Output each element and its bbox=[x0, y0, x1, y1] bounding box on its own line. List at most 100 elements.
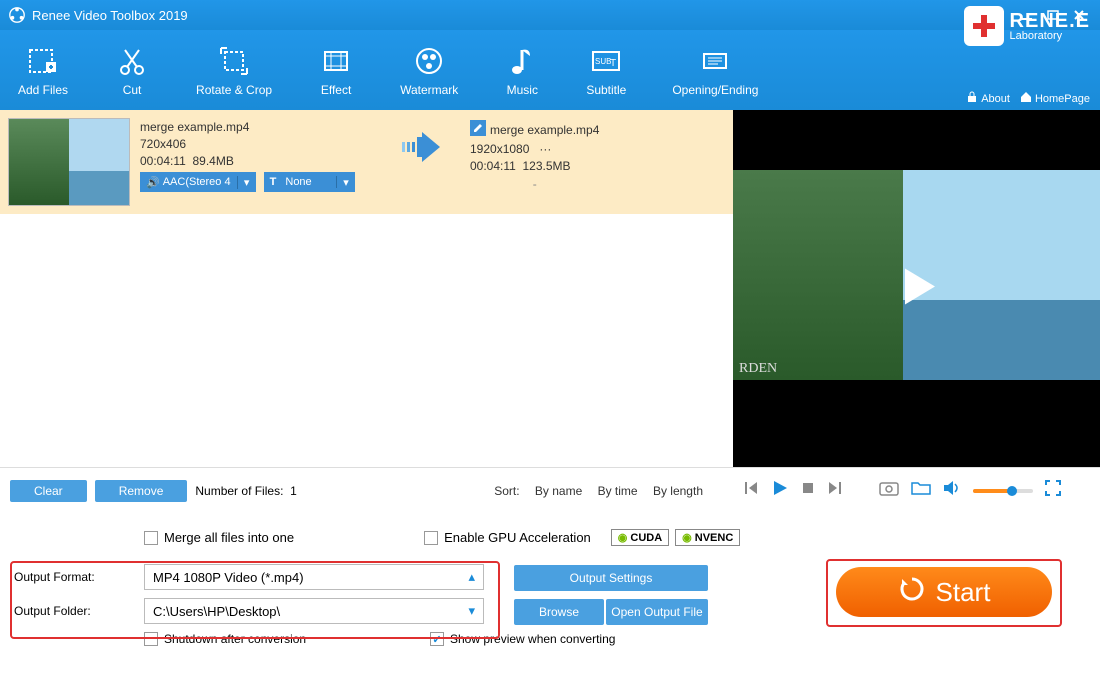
src-filename: merge example.mp4 bbox=[140, 120, 380, 134]
fullscreen-button[interactable] bbox=[1045, 480, 1061, 501]
subtitle-button[interactable]: SUBT Subtitle bbox=[578, 39, 634, 101]
dst-size: 123.5MB bbox=[523, 159, 571, 173]
svg-text:SUB: SUB bbox=[595, 57, 611, 66]
cut-label: Cut bbox=[123, 83, 142, 97]
dash: - bbox=[533, 177, 537, 191]
crop-icon bbox=[216, 43, 252, 79]
refresh-icon bbox=[898, 575, 926, 610]
app-logo-icon bbox=[8, 6, 26, 24]
watermark-icon bbox=[411, 43, 447, 79]
title-bar: Renee Video Toolbox 2019 bbox=[0, 0, 1100, 30]
src-duration: 00:04:11 bbox=[140, 154, 186, 168]
dst-resolution: 1920x1080 bbox=[470, 142, 529, 156]
homepage-link[interactable]: HomePage bbox=[1020, 91, 1090, 106]
output-folder-dropdown[interactable]: C:\Users\HP\Desktop\ ▾ bbox=[144, 598, 484, 624]
scissors-icon bbox=[114, 43, 150, 79]
gpu-checkbox[interactable] bbox=[424, 531, 438, 545]
cuda-badge: ◉CUDA bbox=[611, 529, 669, 546]
file-count-label: Number of Files: bbox=[195, 484, 283, 498]
volume-icon[interactable] bbox=[943, 480, 961, 501]
stop-button[interactable] bbox=[801, 481, 815, 500]
chevron-down-icon: ▾ bbox=[238, 176, 256, 189]
music-button[interactable]: Music bbox=[496, 39, 548, 101]
subtitle-dropdown[interactable]: T None ▾ bbox=[264, 172, 355, 192]
preview-controls bbox=[733, 467, 1100, 513]
effect-icon bbox=[318, 43, 354, 79]
merge-all-checkbox[interactable] bbox=[144, 531, 158, 545]
show-preview-checkbox[interactable] bbox=[430, 632, 444, 646]
shutdown-checkbox[interactable] bbox=[144, 632, 158, 646]
rotate-crop-button[interactable]: Rotate & Crop bbox=[188, 39, 280, 101]
music-icon bbox=[504, 43, 540, 79]
speaker-icon: 🔊 bbox=[146, 176, 160, 189]
cut-button[interactable]: Cut bbox=[106, 39, 158, 101]
text-icon: T bbox=[270, 176, 277, 188]
snapshot-button[interactable] bbox=[879, 480, 899, 501]
music-label: Music bbox=[507, 83, 538, 97]
output-folder-label: Output Folder: bbox=[14, 604, 144, 618]
start-button[interactable]: Start bbox=[836, 567, 1052, 617]
file-row[interactable]: merge example.mp4 720x406 00:04:11 89.4M… bbox=[0, 110, 733, 214]
open-output-file-button[interactable]: Open Output File bbox=[606, 599, 708, 625]
edit-icon[interactable] bbox=[470, 120, 486, 139]
chevron-up-icon: ▴ bbox=[468, 569, 475, 585]
gpu-label: Enable GPU Acceleration bbox=[444, 530, 591, 545]
brand-name: RENE.E bbox=[1010, 11, 1090, 31]
volume-slider[interactable] bbox=[973, 489, 1033, 493]
brand-plus-icon bbox=[964, 6, 1004, 46]
subtitle-label: Subtitle bbox=[586, 83, 626, 97]
dst-duration: 00:04:11 bbox=[470, 159, 516, 173]
list-bottom-bar: Clear Remove Number of Files: 1 Sort: By… bbox=[0, 467, 733, 513]
remove-button[interactable]: Remove bbox=[95, 480, 188, 502]
opening-ending-label: Opening/Ending bbox=[672, 83, 758, 97]
file-thumbnail bbox=[8, 118, 130, 206]
play-overlay-button[interactable] bbox=[889, 258, 945, 319]
file-count: 1 bbox=[290, 484, 297, 498]
clear-button[interactable]: Clear bbox=[10, 480, 87, 502]
settings-panel: Merge all files into one Enable GPU Acce… bbox=[0, 513, 1100, 680]
opening-ending-icon bbox=[697, 43, 733, 79]
prev-button[interactable] bbox=[743, 480, 759, 501]
subtitle-icon: SUBT bbox=[588, 43, 624, 79]
open-folder-button[interactable] bbox=[911, 480, 931, 501]
play-button[interactable] bbox=[771, 479, 789, 502]
file-list: merge example.mp4 720x406 00:04:11 89.4M… bbox=[0, 110, 733, 467]
home-icon bbox=[1020, 91, 1032, 106]
lock-icon bbox=[966, 91, 978, 106]
opening-ending-button[interactable]: Opening/Ending bbox=[664, 39, 766, 101]
watermark-button[interactable]: Watermark bbox=[392, 39, 466, 101]
about-link[interactable]: About bbox=[966, 91, 1010, 106]
next-button[interactable] bbox=[827, 480, 843, 501]
shutdown-label: Shutdown after conversion bbox=[164, 632, 424, 646]
sort-by-time[interactable]: By time bbox=[598, 484, 638, 498]
preview-panel: RDEN bbox=[733, 110, 1100, 467]
effect-button[interactable]: Effect bbox=[310, 39, 362, 101]
chevron-down-icon: ▾ bbox=[337, 176, 355, 189]
watermark-label: Watermark bbox=[400, 83, 458, 97]
add-files-label: Add Files bbox=[18, 83, 68, 97]
add-files-button[interactable]: Add Files bbox=[10, 39, 76, 101]
sort-by-length[interactable]: By length bbox=[653, 484, 703, 498]
dst-filename: merge example.mp4 bbox=[490, 123, 599, 137]
merge-all-label: Merge all files into one bbox=[164, 530, 294, 545]
sort-by-name[interactable]: By name bbox=[535, 484, 582, 498]
output-format-dropdown[interactable]: MP4 1080P Video (*.mp4) ▴ bbox=[144, 564, 484, 590]
preview-image-left bbox=[733, 170, 903, 380]
chevron-down-icon: ▾ bbox=[468, 603, 475, 619]
app-title: Renee Video Toolbox 2019 bbox=[32, 8, 188, 23]
dst-more: ··· bbox=[539, 142, 551, 156]
sort-label: Sort: bbox=[494, 484, 519, 498]
effect-label: Effect bbox=[321, 83, 351, 97]
src-resolution: 720x406 bbox=[140, 137, 380, 151]
preview-watermark: RDEN bbox=[739, 361, 777, 377]
arrow-right-icon bbox=[400, 132, 450, 167]
add-files-icon bbox=[25, 43, 61, 79]
brand-logo: RENE.E Laboratory bbox=[964, 6, 1090, 46]
rotate-crop-label: Rotate & Crop bbox=[196, 83, 272, 97]
audio-codec-dropdown[interactable]: 🔊AAC(Stereo 4 ▾ bbox=[140, 172, 256, 192]
main-toolbar: Add Files Cut Rotate & Crop Effect Water… bbox=[0, 30, 1100, 110]
src-size: 89.4MB bbox=[193, 154, 234, 168]
browse-button[interactable]: Browse bbox=[514, 599, 604, 625]
output-settings-button[interactable]: Output Settings bbox=[514, 565, 708, 591]
nvenc-badge: ◉NVENC bbox=[675, 529, 740, 546]
